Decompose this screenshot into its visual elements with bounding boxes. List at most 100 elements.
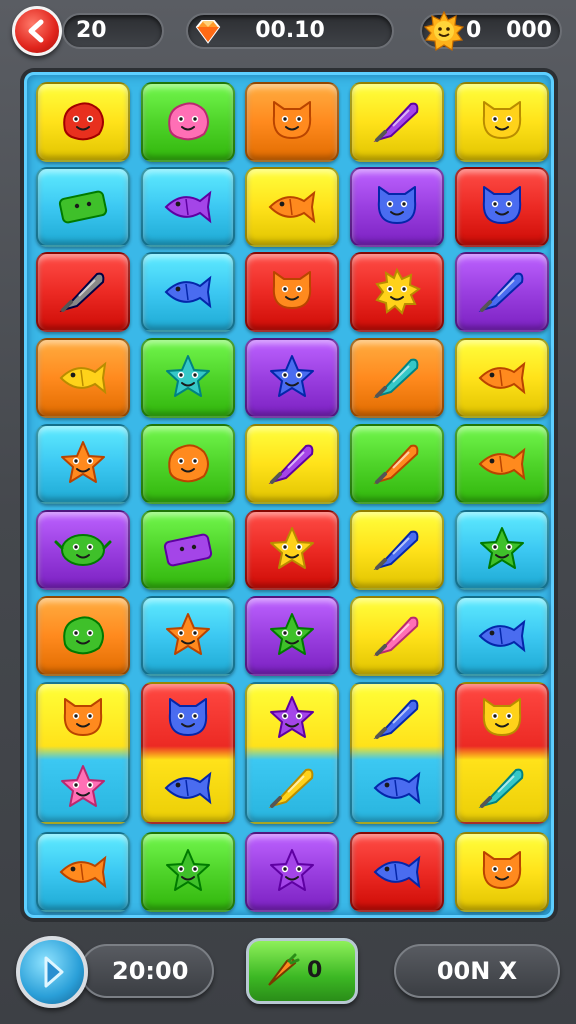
blue-fish-icon [373, 855, 421, 889]
green-star-creature-icon [166, 849, 210, 891]
purple-star-creature-icon [270, 695, 314, 738]
tile-r1-c1[interactable] [36, 82, 130, 162]
purple-cone-icon [268, 444, 314, 485]
blue-cat-creature-icon [377, 186, 417, 224]
tile-r8-c1[interactable] [36, 682, 130, 824]
blue-cat-creature-icon [168, 697, 208, 736]
tile-r2-c1[interactable] [36, 167, 130, 247]
booster-button[interactable]: 0 [246, 938, 358, 1004]
tile-r5-c5[interactable] [455, 424, 549, 504]
tile-r7-c4[interactable] [350, 596, 444, 676]
tile-r9-c1[interactable] [36, 832, 130, 912]
play-button[interactable] [16, 936, 88, 1008]
green-blob-creature-icon [63, 616, 104, 655]
tile-r7-c3[interactable] [245, 596, 339, 676]
gems-counter: 00.10 [186, 13, 394, 49]
orange-cone-icon [373, 444, 419, 485]
tile-r8-c5[interactable] [455, 682, 549, 824]
tile-r8-c4[interactable] [350, 682, 444, 824]
booster-count: 0 [307, 958, 323, 983]
tile-r3-c1[interactable] [36, 252, 130, 332]
tile-r2-c3[interactable] [245, 167, 339, 247]
pink-cone-icon [373, 616, 419, 657]
top-bar: 20 00.10 0 000 [0, 0, 576, 66]
tile-r2-c4[interactable] [350, 167, 444, 247]
pink-blob-creature-icon [168, 102, 209, 141]
tile-r5-c3[interactable] [245, 424, 339, 504]
orange-cat-creature-icon [272, 271, 312, 309]
orange-fish-icon [478, 361, 526, 395]
tile-r7-c2[interactable] [141, 596, 235, 676]
blue-cone-icon [373, 530, 419, 571]
tile-r9-c2[interactable] [141, 832, 235, 912]
back-arrow-icon [28, 19, 44, 43]
blue-star-creature-icon [270, 355, 314, 397]
red-blob-creature-icon [63, 102, 104, 141]
orange-blob-creature-icon [168, 444, 209, 483]
tile-r1-c5[interactable] [455, 82, 549, 162]
tile-r6-c1[interactable] [36, 510, 130, 590]
green-star-creature-icon [480, 527, 524, 569]
coins-value: 000 [506, 18, 552, 43]
purple-cone-icon [373, 102, 419, 143]
tile-r9-c5[interactable] [455, 832, 549, 912]
tile-r1-c2[interactable] [141, 82, 235, 162]
tile-r8-c3[interactable] [245, 682, 339, 824]
tile-r5-c1[interactable] [36, 424, 130, 504]
tile-r2-c2[interactable] [141, 167, 235, 247]
purple-sign-creature-icon [163, 533, 213, 567]
tile-r3-c2[interactable] [141, 252, 235, 332]
bottom-bar: 20:00 0 00N X [0, 928, 576, 1024]
tile-r4-c2[interactable] [141, 338, 235, 418]
purple-star-creature-icon [270, 849, 314, 891]
teal-cone-icon [373, 358, 419, 399]
play-arrow-icon [44, 956, 64, 988]
tile-r3-c4[interactable] [350, 252, 444, 332]
yellow-star-creature-icon [270, 527, 314, 569]
tile-r4-c3[interactable] [245, 338, 339, 418]
score-display: 20:00 [80, 944, 214, 998]
orange-star-creature-icon [61, 441, 105, 483]
yellow-fish-icon [59, 361, 107, 395]
tile-r3-c5[interactable] [455, 252, 549, 332]
blue-fish-icon [478, 619, 526, 653]
tile-r1-c3[interactable] [245, 82, 339, 162]
gem-icon [195, 20, 221, 44]
tile-r5-c2[interactable] [141, 424, 235, 504]
gems-value: 00.10 [255, 18, 325, 43]
yellow-cat-creature-icon [482, 101, 522, 139]
tile-r2-c5[interactable] [455, 167, 549, 247]
yellow-cat-creature-icon [482, 697, 522, 736]
tile-r3-c3[interactable] [245, 252, 339, 332]
knife-creature-icon [59, 272, 105, 313]
score-value: 20:00 [112, 957, 189, 985]
tile-r8-c2[interactable] [141, 682, 235, 824]
level-value: 20 [76, 18, 107, 43]
carrot-booster-icon [268, 953, 300, 986]
sun-coin-icon [424, 11, 464, 51]
back-button[interactable] [12, 6, 62, 56]
tile-r6-c3[interactable] [245, 510, 339, 590]
yellow-cone-icon [268, 768, 314, 808]
tile-r6-c5[interactable] [455, 510, 549, 590]
tile-r7-c5[interactable] [455, 596, 549, 676]
tile-r4-c4[interactable] [350, 338, 444, 418]
tile-r9-c3[interactable] [245, 832, 339, 912]
tile-r5-c4[interactable] [350, 424, 444, 504]
yellow-sun-creature-icon [375, 267, 421, 315]
tile-r4-c5[interactable] [455, 338, 549, 418]
coin-symbol: 0 [466, 18, 482, 43]
green-star-creature-icon [270, 613, 314, 655]
orange-fish-icon [59, 855, 107, 889]
tile-r6-c4[interactable] [350, 510, 444, 590]
tile-r1-c4[interactable] [350, 82, 444, 162]
pink-star-creature-icon [61, 764, 105, 807]
tile-r7-c1[interactable] [36, 596, 130, 676]
blue-cat-creature-icon [482, 186, 522, 224]
tile-r6-c2[interactable] [141, 510, 235, 590]
orange-cat-creature-icon [482, 851, 522, 889]
tile-r9-c4[interactable] [350, 832, 444, 912]
blue-fish-icon [164, 275, 212, 309]
tile-r4-c1[interactable] [36, 338, 130, 418]
level-counter: 20 [62, 13, 164, 49]
